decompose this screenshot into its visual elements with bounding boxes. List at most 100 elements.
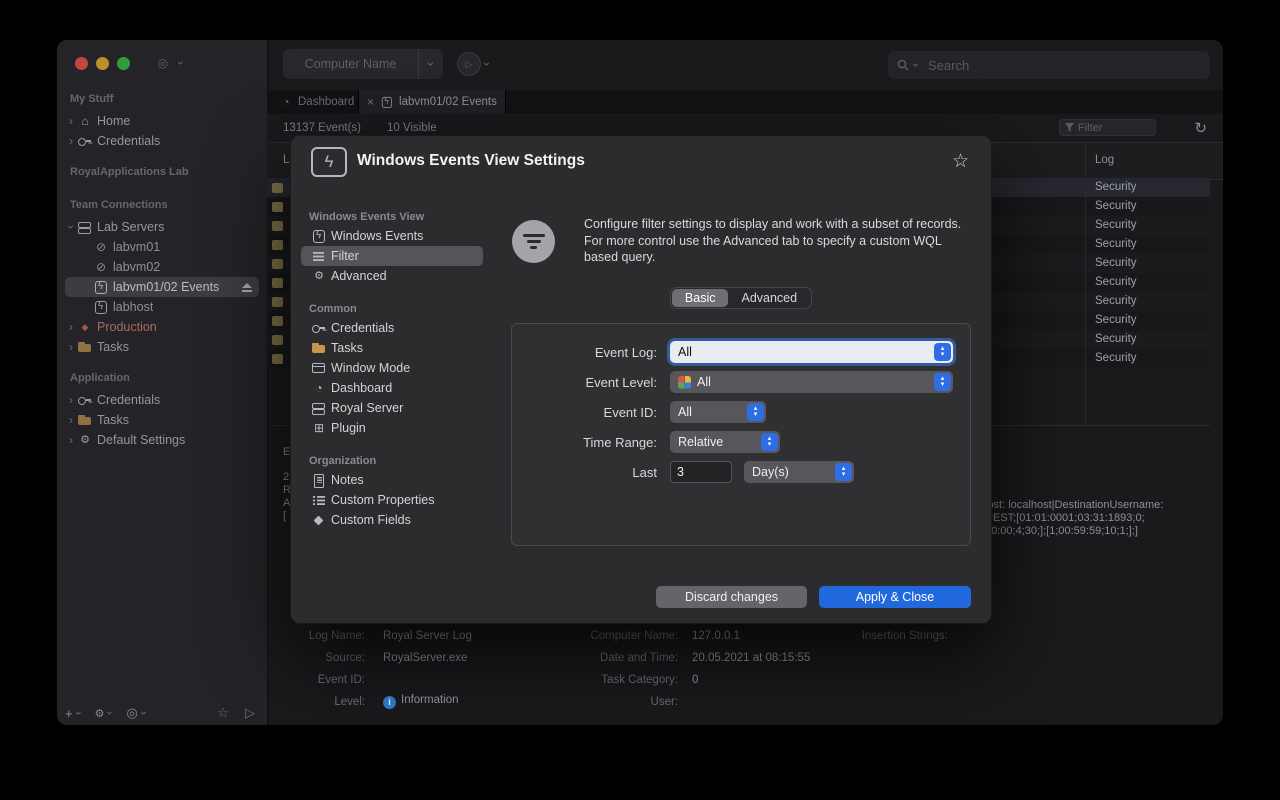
actions-button[interactable]: ⚙ bbox=[95, 706, 117, 720]
key-icon bbox=[77, 393, 92, 407]
chevron-down-icon bbox=[175, 56, 187, 70]
connect-toolbar-button[interactable]: ▷ bbox=[457, 52, 503, 76]
time-range-label: Time Range: bbox=[512, 435, 670, 450]
audit-key-icon bbox=[272, 240, 283, 250]
nav-group-common: Common bbox=[309, 300, 357, 318]
add-button[interactable]: + bbox=[65, 706, 85, 721]
event-id-label: Event ID: bbox=[275, 674, 365, 686]
nav-item-window-mode[interactable]: Window Mode bbox=[301, 358, 483, 378]
sidebar-item-app-tasks[interactable]: Tasks bbox=[65, 410, 259, 430]
chevron-down-icon bbox=[65, 220, 77, 234]
apply-close-button[interactable]: Apply & Close bbox=[819, 586, 971, 608]
tab-dashboard[interactable]: ◔ Dashboard bbox=[270, 90, 362, 114]
search-field[interactable] bbox=[888, 51, 1210, 79]
traffic-lights bbox=[75, 57, 130, 70]
search-scope-chevron-icon bbox=[910, 58, 922, 72]
nav-item-filter[interactable]: Filter bbox=[301, 246, 483, 266]
notes-icon bbox=[311, 473, 326, 487]
nav-item-custom-fields[interactable]: Custom Fields bbox=[301, 510, 483, 530]
close-window-button[interactable] bbox=[75, 57, 88, 70]
sidebar-item-labvm02[interactable]: ⊘ labvm02 bbox=[65, 257, 259, 277]
column-level[interactable]: L bbox=[283, 154, 289, 166]
task-category-value: 0 bbox=[692, 674, 698, 686]
sidebar-item-labvm0102-events[interactable]: labvm01/02 Events bbox=[65, 277, 259, 297]
list-icon bbox=[311, 493, 326, 507]
event-id-dropdown[interactable]: All bbox=[670, 401, 766, 423]
info-icon: i bbox=[383, 696, 396, 709]
gear-icon: ⚙ bbox=[311, 269, 327, 283]
eject-icon[interactable] bbox=[241, 282, 253, 293]
chevron-right-icon bbox=[65, 134, 77, 148]
home-icon: ⌂ bbox=[77, 114, 93, 128]
segment-basic[interactable]: Basic bbox=[672, 289, 729, 307]
level-value: iInformation bbox=[383, 694, 459, 709]
audit-key-icon bbox=[272, 297, 283, 307]
tab-events-active[interactable]: labvm01/02 Events bbox=[358, 90, 506, 114]
segment-advanced[interactable]: Advanced bbox=[728, 289, 810, 307]
sidebar-item-home[interactable]: ⌂ Home bbox=[65, 111, 259, 131]
minimize-window-button[interactable] bbox=[96, 57, 109, 70]
sidebar-item-default-settings[interactable]: ⚙ Default Settings bbox=[65, 430, 259, 450]
stepper-icon bbox=[934, 343, 951, 361]
levels-icon bbox=[678, 376, 691, 389]
nav-item-dashboard[interactable]: ◔Dashboard bbox=[301, 378, 483, 398]
nav-item-custom-properties[interactable]: Custom Properties bbox=[301, 490, 483, 510]
event-count: 13137 Event(s) bbox=[283, 122, 361, 134]
dialog-title: Windows Events View Settings bbox=[357, 152, 585, 170]
source-label: Source: bbox=[275, 652, 365, 664]
nav-item-royal-server[interactable]: Royal Server bbox=[301, 398, 483, 418]
chevron-down-icon bbox=[104, 706, 116, 720]
favorite-star-icon[interactable]: ☆ bbox=[952, 150, 969, 173]
key-icon bbox=[77, 134, 92, 148]
app-menu-button[interactable]: ◎ bbox=[155, 56, 187, 70]
sidebar-item-lab-servers[interactable]: Lab Servers bbox=[65, 217, 259, 237]
sidebar-item-labhost[interactable]: labhost bbox=[65, 297, 259, 317]
date-time-value: 20.05.2021 at 08:15:55 bbox=[692, 652, 810, 664]
sidebar-item-app-credentials[interactable]: Credentials bbox=[65, 390, 259, 410]
nav-item-plugin[interactable]: ⊞Plugin bbox=[301, 418, 483, 438]
event-level-dropdown[interactable]: All bbox=[670, 371, 953, 393]
windows-events-icon bbox=[380, 96, 393, 108]
sidebar-footer: + ⚙ ◎ ☆ ▷ bbox=[65, 703, 259, 723]
filter-section-icon bbox=[512, 220, 555, 263]
gauge-icon: ◔ bbox=[311, 381, 327, 395]
sidebar-item-labvm01[interactable]: ⊘ labvm01 bbox=[65, 237, 259, 257]
nav-item-advanced[interactable]: ⚙Advanced bbox=[301, 266, 483, 286]
window-icon bbox=[311, 361, 326, 375]
time-range-dropdown[interactable]: Relative bbox=[670, 431, 780, 453]
close-tab-icon[interactable] bbox=[367, 95, 374, 109]
event-level-label: Event Level: bbox=[512, 375, 670, 390]
column-log[interactable]: Log bbox=[1095, 154, 1114, 166]
connect-button[interactable]: ▷ bbox=[245, 705, 255, 721]
section-application: Application bbox=[70, 370, 130, 386]
section-my-stuff: My Stuff bbox=[70, 91, 113, 107]
chevron-down-icon bbox=[425, 57, 437, 71]
dashboard-icon: ◔ bbox=[278, 95, 294, 109]
filter-field[interactable] bbox=[1059, 119, 1156, 136]
detail-fragment: lost: localhost|DestinationUsername: bbox=[985, 499, 1163, 511]
nav-item-notes[interactable]: Notes bbox=[301, 470, 483, 490]
nav-item-windows-events[interactable]: Windows Events bbox=[301, 226, 483, 246]
chevron-down-icon bbox=[73, 706, 85, 720]
nav-item-credentials[interactable]: Credentials bbox=[301, 318, 483, 338]
search-icon bbox=[897, 59, 909, 71]
sidebar-item-tasks[interactable]: Tasks bbox=[65, 337, 259, 357]
connection-icon: ⊘ bbox=[93, 260, 109, 274]
nav-item-tasks[interactable]: Tasks bbox=[301, 338, 483, 358]
computer-name-dropdown[interactable] bbox=[418, 49, 443, 79]
discard-changes-button[interactable]: Discard changes bbox=[656, 586, 807, 608]
favorites-button[interactable]: ☆ bbox=[217, 705, 229, 721]
view-button[interactable]: ◎ bbox=[126, 705, 149, 721]
event-log-dropdown[interactable]: All bbox=[670, 341, 953, 363]
sidebar-item-credentials[interactable]: Credentials bbox=[65, 131, 259, 151]
computer-name-button[interactable]: Computer Name bbox=[283, 49, 443, 79]
refresh-button[interactable]: ↻ bbox=[1194, 119, 1207, 137]
sidebar-item-production[interactable]: ◆ Production bbox=[65, 317, 259, 337]
zoom-window-button[interactable] bbox=[117, 57, 130, 70]
nav-group-windows-events-view: Windows Events View bbox=[309, 208, 424, 226]
last-value-input[interactable] bbox=[670, 461, 732, 483]
search-input[interactable] bbox=[888, 51, 1210, 79]
audit-key-icon bbox=[272, 259, 283, 269]
last-unit-dropdown[interactable]: Day(s) bbox=[744, 461, 854, 483]
chevron-right-icon bbox=[65, 393, 77, 407]
